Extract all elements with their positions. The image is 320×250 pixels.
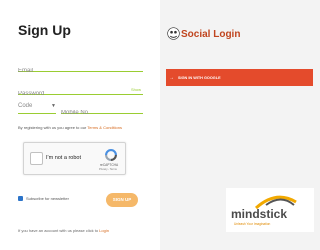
arrow-right-icon: → [169, 74, 174, 81]
terms-text: By registering with us you agree to our … [18, 125, 122, 130]
mobile-field[interactable] [61, 101, 143, 119]
terms-prefix: By registering with us you agree to our [18, 125, 88, 130]
mindstick-logo: mindstick Unleash Your Imagination [226, 188, 314, 232]
mindstick-tagline: Unleash Your Imagination [234, 222, 271, 226]
signup-panel: Sign Up Show Code ▼ By registering with … [0, 0, 160, 250]
show-password-link[interactable]: Show [131, 87, 141, 92]
sign-up-button[interactable]: SIGN UP [106, 193, 138, 207]
social-login-title: Social Login [181, 29, 241, 40]
login-prefix: If you have an account with us please cl… [18, 228, 100, 233]
login-link[interactable]: Login [99, 228, 109, 233]
newsletter-option[interactable]: Subscribe for newsletter [18, 196, 69, 201]
recaptcha-logo-icon [105, 149, 117, 161]
email-field[interactable] [18, 59, 143, 77]
google-signin-label: SIGN IN WITH GOOGLE [178, 75, 221, 80]
newsletter-checkbox[interactable] [18, 196, 23, 201]
email-input[interactable] [18, 65, 143, 77]
mobile-input[interactable] [61, 107, 143, 119]
password-field[interactable] [18, 82, 143, 100]
captcha-label: I'm not a robot [46, 155, 81, 161]
captcha-brand: reCAPTCHA [100, 163, 119, 167]
mindstick-wordmark: mindstick [231, 207, 288, 221]
login-text: If you have an account with us please cl… [18, 228, 109, 233]
newsletter-label: Subscribe for newsletter [26, 196, 69, 201]
page-title: Sign Up [18, 22, 71, 38]
country-code-select[interactable]: Code ▼ [18, 101, 56, 114]
captcha-terms[interactable]: Privacy - Terms [99, 168, 117, 171]
google-signin-button[interactable]: → SIGN IN WITH GOOGLE [166, 69, 313, 86]
captcha-checkbox[interactable] [30, 152, 43, 165]
terms-link[interactable]: Terms & Conditions [87, 125, 122, 130]
chevron-down-icon: ▼ [51, 103, 56, 109]
code-label: Code [18, 103, 33, 109]
recaptcha-widget: I'm not a robot reCAPTCHA Privacy - Term… [23, 142, 126, 175]
password-input[interactable] [18, 88, 143, 100]
social-login-icon [167, 27, 180, 40]
